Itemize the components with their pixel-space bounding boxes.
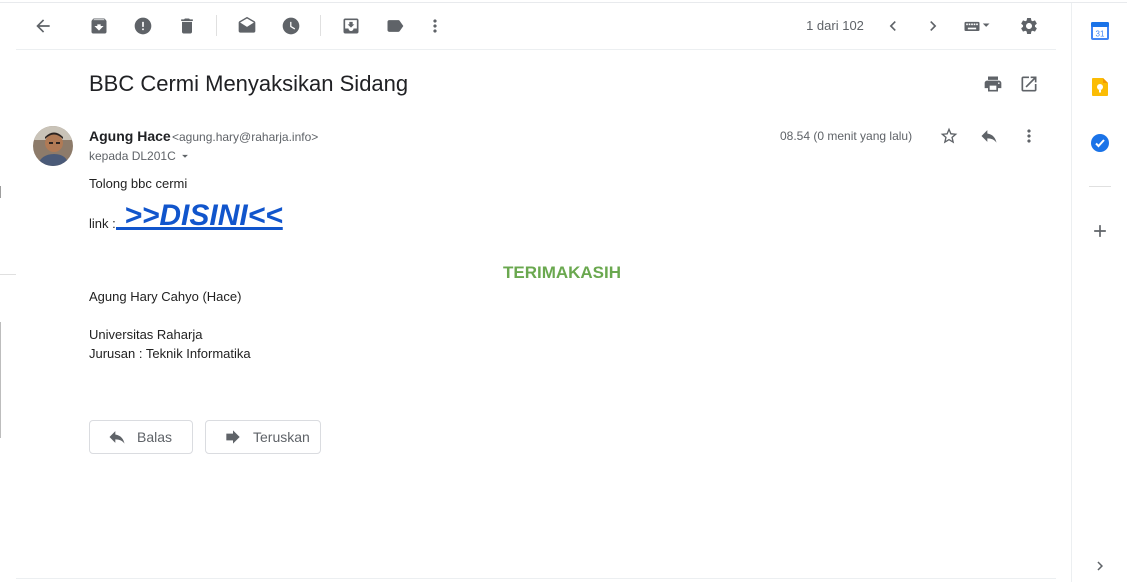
forward-button-label: Teruskan xyxy=(253,429,310,445)
trash-icon xyxy=(181,18,193,34)
calendar-day: 31 xyxy=(1096,30,1105,39)
recipient-text: kepada DL201C xyxy=(89,149,176,163)
calendar-icon: 31 xyxy=(1091,22,1109,40)
calendar-app-button[interactable]: 31 xyxy=(1090,21,1110,41)
reply-icon xyxy=(981,130,997,143)
signature-name: Agung Hary Cahyo (Hace) xyxy=(89,289,242,304)
back-button[interactable] xyxy=(29,12,57,40)
label-icon xyxy=(387,20,404,32)
star-button[interactable] xyxy=(935,122,963,150)
chevron-right-icon xyxy=(1097,561,1103,571)
left-scrollbar[interactable] xyxy=(0,322,1,438)
move-to-button[interactable] xyxy=(337,12,365,40)
archive-button[interactable] xyxy=(85,12,113,40)
reply-button[interactable]: Balas xyxy=(89,420,193,454)
message-more-button[interactable] xyxy=(1015,122,1043,150)
move-to-inbox-icon xyxy=(343,18,359,34)
newer-button[interactable] xyxy=(919,12,947,40)
clock-icon xyxy=(282,17,300,35)
link-prefix: link : xyxy=(89,216,116,231)
toolbar-divider xyxy=(216,15,217,36)
thanks-text: TERIMAKASIH xyxy=(502,263,622,282)
delete-button[interactable] xyxy=(173,12,201,40)
bottom-border xyxy=(16,578,1056,579)
get-addons-button[interactable] xyxy=(1090,221,1110,241)
arrow-back-icon xyxy=(36,19,50,33)
mark-unread-icon xyxy=(238,16,256,33)
left-edge-marker xyxy=(0,186,1,198)
print-all-button[interactable] xyxy=(979,70,1007,98)
caret-down-icon xyxy=(181,154,188,158)
snooze-button[interactable] xyxy=(277,12,305,40)
older-button[interactable] xyxy=(879,12,907,40)
reply-button-label: Balas xyxy=(137,429,173,445)
pagination-counter: 1 dari 102 xyxy=(806,18,864,33)
expand-side-panel-button[interactable] xyxy=(1090,556,1110,576)
toolbar-divider xyxy=(320,15,321,36)
keyboard-icon xyxy=(964,21,990,31)
keep-icon xyxy=(1092,78,1108,96)
side-panel: 31 xyxy=(1071,3,1127,582)
mark-unread-button[interactable] xyxy=(233,12,261,40)
signature-organization: Universitas Raharja xyxy=(89,327,203,342)
disini-link[interactable]: >>DISINI<< xyxy=(116,199,282,233)
signature-department: Jurusan : Teknik Informatika xyxy=(89,346,251,361)
labels-button[interactable] xyxy=(381,12,409,40)
forward-icon xyxy=(226,430,240,444)
more-button[interactable] xyxy=(421,12,449,40)
chevron-left-icon xyxy=(889,21,896,31)
toolbar-divider-line xyxy=(16,49,1056,50)
chevron-right-icon xyxy=(930,21,937,31)
more-vertical-icon xyxy=(1027,129,1031,143)
keep-app-button[interactable] xyxy=(1090,77,1110,97)
side-panel-divider xyxy=(1089,186,1111,187)
forward-button[interactable]: Teruskan xyxy=(205,420,321,454)
avatar-photo-icon xyxy=(33,126,73,166)
sender-email: <agung.hary@raharja.info> xyxy=(172,130,319,144)
email-subject: BBC Cermi Menyaksikan Sidang xyxy=(89,71,409,96)
archive-icon xyxy=(91,18,107,34)
star-outline-icon xyxy=(940,127,958,144)
report-spam-icon xyxy=(134,17,152,35)
tasks-app-button[interactable] xyxy=(1090,133,1110,153)
reply-icon-button[interactable] xyxy=(975,122,1003,150)
more-vertical-icon xyxy=(433,19,437,33)
recipient-details-toggle[interactable]: kepada DL201C xyxy=(89,149,192,163)
top-border xyxy=(0,2,1127,3)
email-timestamp: 08.54 (0 menit yang lalu) xyxy=(780,129,913,143)
print-icon xyxy=(984,76,1002,92)
input-tools-button[interactable] xyxy=(958,12,996,40)
sender-avatar[interactable] xyxy=(33,126,73,166)
add-icon xyxy=(1094,225,1106,237)
sender-name[interactable]: Agung Hace xyxy=(89,128,171,144)
reply-icon xyxy=(109,431,125,444)
tasks-icon xyxy=(1091,134,1109,152)
report-spam-button[interactable] xyxy=(129,12,157,40)
settings-button[interactable] xyxy=(1015,12,1043,40)
left-edge-divider xyxy=(0,274,16,275)
body-line: Tolong bbc cermi xyxy=(89,176,188,191)
gear-icon xyxy=(1021,18,1037,34)
open-in-new-icon xyxy=(1021,76,1037,92)
open-new-window-button[interactable] xyxy=(1015,70,1043,98)
